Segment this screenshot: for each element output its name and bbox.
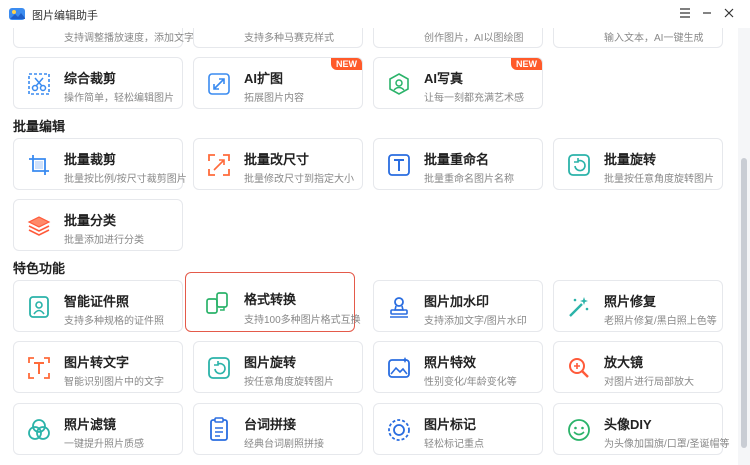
ai-text-icon — [564, 28, 594, 41]
tool-card-lines-stitch[interactable]: 台词拼接 经典台词剧照拼接 — [193, 403, 363, 455]
image-mark-icon — [384, 415, 414, 445]
section-title-batch: 批量编辑 — [13, 119, 66, 134]
section-title-special: 特色功能 — [13, 261, 66, 276]
tool-card-partial[interactable]: 输入文本，AI一键生成 — [553, 28, 723, 48]
batch-rename-icon — [384, 150, 414, 180]
expand-icon — [204, 69, 234, 99]
ocr-text-icon — [24, 353, 54, 383]
id-photo-icon — [24, 292, 54, 322]
tool-card-id-photo[interactable]: 智能证件照 支持多种规格的证件照 — [13, 280, 183, 332]
tool-card-crop[interactable]: 综合裁剪 操作简单，轻松编辑图片 — [13, 57, 183, 109]
tool-card-photo-repair[interactable]: 照片修复 老照片修复/黑白照上色等 — [553, 280, 723, 332]
tool-card-batch-crop[interactable]: 批量裁剪 批量按比例/按尺寸裁剪图片 — [13, 138, 187, 190]
photo-effect-icon — [384, 353, 414, 383]
tool-card-photo-filter[interactable]: 照片滤镜 一键提升照片质感 — [13, 403, 183, 455]
tool-card-ocr-text[interactable]: 图片转文字 智能识别图片中的文字 — [13, 341, 183, 393]
format-convert-icon — [202, 288, 232, 318]
batch-crop-icon — [24, 150, 54, 180]
image-rotate-icon — [204, 353, 234, 383]
tool-card-ai-expand[interactable]: AI扩图 拓展图片内容 NEW — [193, 57, 363, 109]
tool-card-magnifier[interactable]: 放大镜 对图片进行局部放大 — [553, 341, 723, 393]
tool-card-partial[interactable]: 支持多种马赛克样式 — [193, 28, 363, 48]
mosaic-icon — [204, 28, 234, 41]
close-icon — [724, 5, 734, 23]
crop-icon — [24, 69, 54, 99]
tool-card-avatar-diy[interactable]: 头像DIY 为头像加国旗/口罩/圣诞帽等 — [553, 403, 730, 455]
app-logo-icon — [8, 6, 26, 22]
magnifier-icon — [564, 353, 594, 383]
tool-card-watermark[interactable]: 图片加水印 支持添加文字/图片水印 — [373, 280, 543, 332]
batch-resize-icon — [204, 150, 234, 180]
minimize-icon — [702, 5, 712, 23]
minimize-button[interactable] — [697, 4, 717, 24]
ai-portrait-icon — [384, 69, 414, 99]
playback-icon — [24, 28, 54, 41]
tool-card-partial[interactable]: 支持调整播放速度，添加文字 — [13, 28, 194, 48]
ai-paint-icon — [384, 28, 414, 41]
tool-card-batch-resize[interactable]: 批量改尺寸 批量修改尺寸到指定大小 — [193, 138, 363, 190]
tool-card-image-mark[interactable]: 图片标记 轻松标记重点 — [373, 403, 543, 455]
tools-panel: 支持调整播放速度，添加文字 支持多种马赛克样式 创作图片，AI以图绘图 输入文本… — [0, 28, 738, 465]
app-title: 图片编辑助手 — [32, 10, 98, 22]
tool-card-image-rotate[interactable]: 图片旋转 按任意角度旋转图片 — [193, 341, 363, 393]
scrollbar-thumb[interactable] — [741, 158, 747, 448]
watermark-icon — [384, 292, 414, 322]
lines-stitch-icon — [204, 415, 234, 445]
batch-classify-icon — [24, 211, 54, 241]
batch-rotate-icon — [564, 150, 594, 180]
tool-card-photo-effect[interactable]: 照片特效 性别变化/年龄变化等 — [373, 341, 543, 393]
vertical-scrollbar[interactable] — [738, 28, 750, 465]
menu-button[interactable] — [675, 4, 695, 24]
new-badge: NEW — [331, 58, 362, 70]
title-bar: 图片编辑助手 — [0, 0, 750, 28]
photo-repair-icon — [564, 292, 594, 322]
menu-icon — [679, 5, 691, 23]
close-button[interactable] — [719, 4, 739, 24]
tool-card-batch-classify[interactable]: 批量分类 批量添加进行分类 — [13, 199, 183, 251]
tool-card-batch-rotate[interactable]: 批量旋转 批量按任意角度旋转图片 — [553, 138, 723, 190]
tool-card-batch-rename[interactable]: 批量重命名 批量重命名图片名称 — [373, 138, 543, 190]
tool-card-ai-portrait[interactable]: AI写真 让每一刻都充满艺术感 NEW — [373, 57, 543, 109]
avatar-diy-icon — [564, 415, 594, 445]
new-badge: NEW — [511, 58, 542, 70]
photo-filter-icon — [24, 415, 54, 445]
tool-card-format-convert[interactable]: 格式转换 支持100多种图片格式互换 — [185, 272, 361, 332]
tool-card-partial[interactable]: 创作图片，AI以图绘图 — [373, 28, 543, 48]
